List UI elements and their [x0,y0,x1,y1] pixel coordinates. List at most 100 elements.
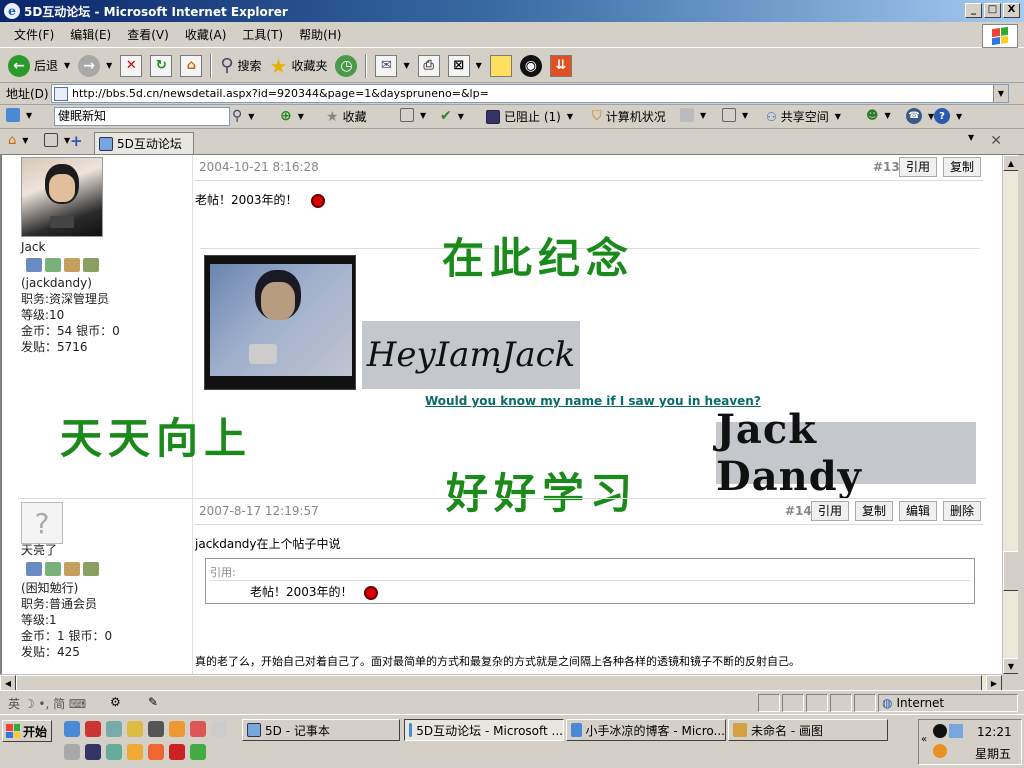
chevron-down-icon[interactable]: ▼ [64,61,70,70]
username[interactable]: Jack [21,239,45,255]
zone-pane[interactable]: ◍ Internet [878,694,1018,712]
blog-icon[interactable] [83,562,99,576]
username[interactable]: 天亮了 [21,542,57,558]
message-icon[interactable] [45,258,61,272]
print-button[interactable]: ⎙ [414,52,444,80]
app-icon[interactable] [127,744,143,760]
friend-icon[interactable] [64,258,80,272]
menu-tools[interactable]: 工具(T) [234,23,291,46]
menu-view[interactable]: 查看(V) [119,23,177,46]
clock-time[interactable]: 12:21 [977,725,1012,739]
popup-blocked[interactable]: 已阻止 (1) ▼ [486,108,573,125]
search-button[interactable]: ⚲ 搜索 [216,52,265,80]
media-icon[interactable] [933,744,947,758]
delete-post-button[interactable]: 删除 [943,501,982,521]
copy-button[interactable]: 复制 [855,501,894,521]
app-icon[interactable] [190,721,206,737]
task-paint[interactable]: 未命名 - 画图 [728,719,888,741]
computer-status[interactable]: ⛉ 计算机状况 [592,108,666,125]
message-icon[interactable] [45,562,61,576]
app-icon[interactable] [169,721,185,737]
tab-view-icon[interactable]: ▼ [400,108,426,122]
close-button[interactable]: X [1003,3,1020,18]
task-ie-blog[interactable]: 小手冰凉的博客 - Micro... [566,719,726,741]
copy-button[interactable]: 复制 [943,157,982,177]
new-tab-icon[interactable]: + [70,132,83,150]
app-icon[interactable] [190,744,206,760]
refresh-button[interactable]: ↻ [146,52,176,80]
add-icon[interactable]: ⊕ ▼ [280,108,304,124]
scroll-thumb[interactable] [16,675,982,691]
app-icon[interactable] [106,721,122,737]
app-icon[interactable] [211,721,227,737]
horizontal-scrollbar[interactable]: ◀ ▶ [0,674,1002,691]
app-icon[interactable] [85,744,101,760]
post-number[interactable]: #13 [873,160,900,174]
download-button[interactable]: ⇊ [546,52,576,80]
ime-tools-icon[interactable]: ⚙ [110,695,121,709]
signature-link[interactable]: Would you know my name if I saw you in h… [425,394,761,408]
chevron-down-icon[interactable]: ▼ [403,61,409,70]
minimize-button[interactable]: _ [965,3,982,18]
qq-button[interactable]: ◉ [516,52,546,80]
msn-icon[interactable]: ▼ [6,108,32,122]
task-ie-forum[interactable]: 5D互动论坛 - Microsoft ... [404,719,564,741]
ime-indicator[interactable]: 英 ☽ •, 简 ⌨ [8,695,86,712]
clock-day[interactable]: 星期五 [975,745,1011,762]
stop-button[interactable]: ✕ [116,52,146,80]
scroll-right-icon[interactable]: ▶ [986,675,1002,691]
menu-help[interactable]: 帮助(H) [291,23,349,46]
quote-button[interactable]: 引用 [811,501,850,521]
chevron-down-icon[interactable]: ▼ [106,61,112,70]
qq-penguin-icon[interactable] [933,724,947,738]
close-tab-icon[interactable]: ✕ [990,133,1002,149]
profile-icon[interactable] [26,562,42,576]
check-icon[interactable]: ✔ ▼ [440,108,464,124]
app-icon[interactable] [148,721,164,737]
note-button[interactable] [486,52,516,80]
mail-icon[interactable]: ▼ [722,108,748,122]
history-button[interactable]: ◷ [331,52,361,80]
friend-icon[interactable] [64,562,80,576]
app-icon[interactable] [169,744,185,760]
post-number[interactable]: #14 [785,504,812,518]
app-icon[interactable] [85,721,101,737]
menu-edit[interactable]: 编辑(E) [62,23,119,46]
tab-5d-forum[interactable]: 5D互动论坛 [94,132,194,154]
vertical-scrollbar[interactable]: ▲ ▼ [1002,155,1019,674]
menu-favorites[interactable]: 收藏(A) [177,23,235,46]
maximize-button[interactable]: □ [984,3,1001,18]
help-icon[interactable]: ? ▼ [934,108,962,124]
scroll-down-icon[interactable]: ▼ [1003,658,1019,674]
profile-icon[interactable] [26,258,42,272]
search-go-icon[interactable]: ⚲ ▼ [232,108,254,124]
scroll-thumb[interactable] [1003,551,1019,591]
scroll-up-icon[interactable]: ▲ [1003,155,1019,171]
back-button[interactable]: ← 后退 ▼ [4,52,74,80]
home-button[interactable]: ⌂ [176,52,206,80]
avatar[interactable]: ? [21,502,63,544]
app-icon[interactable] [64,744,80,760]
app-icon[interactable] [106,744,122,760]
new-window-icon[interactable]: ▼ [44,133,70,147]
share-space[interactable]: ⚇ 共享空间 ▼ [766,108,841,125]
start-button[interactable]: 开始 [2,720,52,742]
home-icon[interactable]: ⌂ ▼ [8,133,28,148]
forward-button[interactable]: → ▼ [74,52,116,80]
address-input[interactable]: http://bbs.5d.cn/newsdetail.aspx?id=9203… [51,84,1009,103]
firefox-icon[interactable] [148,744,164,760]
ie-icon[interactable] [64,721,80,737]
task-notepad[interactable]: 5D - 记事本 [242,719,400,741]
blog-icon[interactable] [83,258,99,272]
chevron-down-icon[interactable]: ▼ [993,85,1008,102]
messenger-icon[interactable]: ☎ ▼ [906,108,934,124]
scroll-left-icon[interactable]: ◀ [0,675,16,691]
quote-button[interactable]: 引用 [899,157,938,177]
toolbar-search-input[interactable]: 健眠新知 [54,107,230,126]
chevron-down-icon[interactable]: ▼ [476,61,482,70]
edit-button[interactable]: ⊠ ▼ [444,52,486,80]
mail-button[interactable]: ✉ ▼ [371,52,413,80]
avatar[interactable] [21,157,103,237]
ime-help-icon[interactable]: ✎ [148,695,158,709]
edit-post-button[interactable]: 编辑 [899,501,938,521]
